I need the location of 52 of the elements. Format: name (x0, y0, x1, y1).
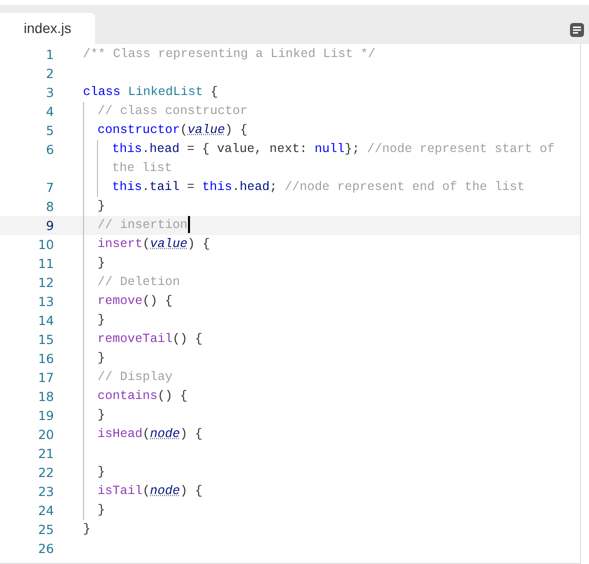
code-line: class LinkedList { (83, 84, 220, 101)
code-line: // insertion (98, 216, 191, 235)
line-number: 25 (37, 521, 55, 539)
code-line: } (98, 198, 106, 215)
line-number: 3 (45, 84, 55, 102)
code-line: } (98, 350, 106, 367)
line-number: 9 (45, 217, 55, 235)
code-line: // Display (98, 369, 174, 386)
line-number: 12 (37, 274, 55, 292)
code-line: } (98, 312, 106, 329)
code-line: isHead(node) { (98, 426, 204, 443)
code-line: remove() { (98, 293, 174, 310)
code-line: contains() { (98, 388, 189, 405)
line-number: 11 (37, 255, 55, 273)
code-line: } (98, 464, 106, 481)
line-number: 24 (37, 502, 55, 520)
code-line: isTail(node) { (98, 483, 204, 500)
line-number: 20 (37, 426, 55, 444)
line-number: 21 (37, 445, 55, 463)
code-line: /** Class representing a Linked List */ (83, 46, 377, 63)
code-line: } (83, 521, 92, 538)
code-line: // class constructor (98, 103, 249, 120)
code-line: this.head = { value, next: null}; //node represent start of the list (112, 141, 556, 177)
code-line: } (98, 502, 106, 519)
line-number: 1 (45, 46, 55, 64)
file-tab[interactable]: index.js (0, 13, 95, 44)
code-line: this.tail = this.head; //node represent end of the list (112, 179, 526, 196)
text-cursor (188, 216, 190, 234)
line-number: 15 (37, 331, 55, 349)
code-line: removeTail() { (98, 331, 204, 348)
code-line: } (98, 407, 106, 424)
line-number: 13 (37, 293, 55, 311)
line-number: 5 (45, 122, 55, 140)
line-number: 19 (37, 407, 55, 425)
line-number: 4 (45, 103, 55, 121)
line-number: 6 (45, 141, 55, 159)
code-line: // Deletion (98, 274, 182, 291)
code-line: constructor(value) { (98, 122, 249, 139)
line-number: 14 (37, 312, 55, 330)
line-number: 2 (45, 65, 55, 83)
line-number: 8 (45, 198, 55, 216)
line-number: 22 (37, 464, 55, 482)
code-line: insert(value) { (98, 236, 212, 253)
line-number: 26 (37, 540, 55, 558)
line-number: 18 (37, 388, 55, 406)
line-number: 7 (45, 179, 55, 197)
line-number: 17 (37, 369, 55, 387)
line-number: 16 (37, 350, 55, 368)
line-number: 23 (37, 483, 55, 501)
line-number: 10 (37, 236, 55, 254)
menu-icon[interactable] (570, 23, 584, 37)
code-line: } (98, 255, 106, 272)
